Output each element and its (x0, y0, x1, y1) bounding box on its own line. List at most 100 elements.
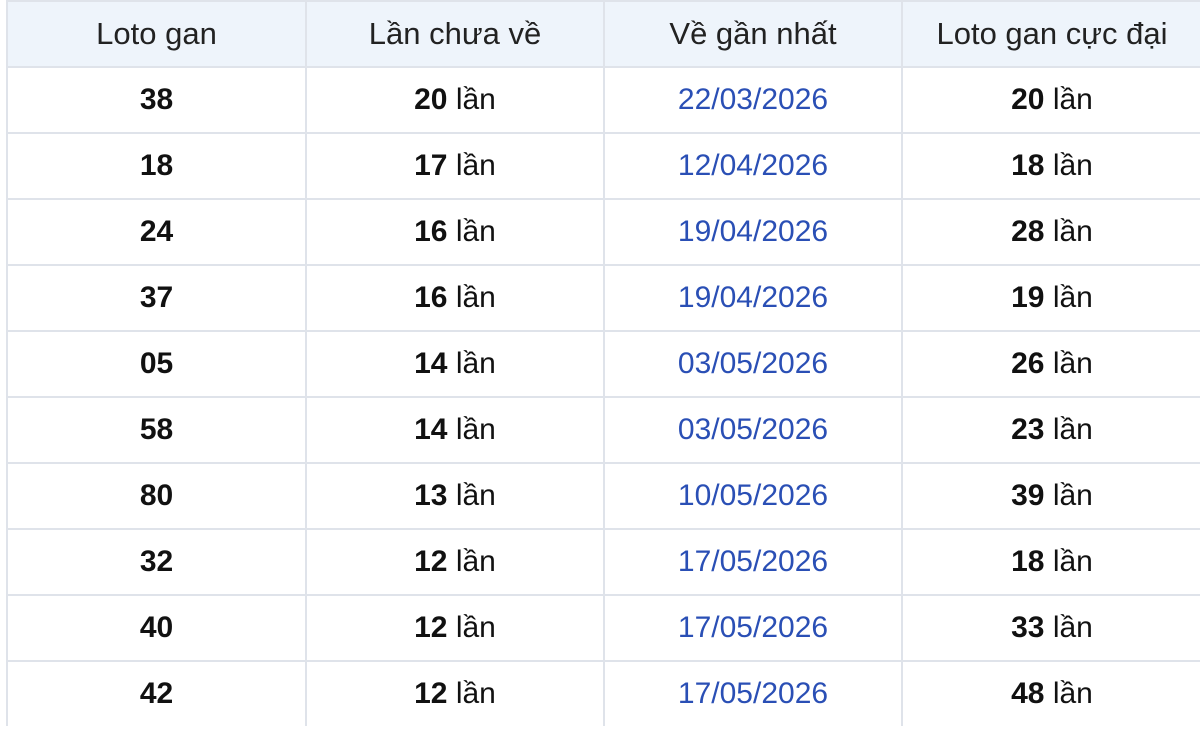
missed-count-cell: 14 lần (305, 330, 605, 398)
max-gap-cell: 28 lần (901, 198, 1200, 266)
table-row: 80 13 lần 10/05/2026 39 lần (6, 462, 1200, 530)
max-gap-unit: lần (1052, 83, 1093, 116)
loto-number: 05 (139, 347, 174, 380)
last-date-link[interactable]: 12/04/2026 (678, 149, 828, 182)
last-date-link[interactable]: 19/04/2026 (678, 215, 828, 248)
last-date-link[interactable]: 22/03/2026 (678, 83, 828, 116)
last-date-link[interactable]: 03/05/2026 (678, 413, 828, 446)
missed-count-value: 12 (414, 677, 448, 710)
missed-count-cell: 12 lần (305, 594, 605, 662)
missed-count-cell: 12 lần (305, 528, 605, 596)
missed-count-unit: lần (455, 215, 496, 248)
max-gap-unit: lần (1052, 347, 1093, 380)
header-row: Loto gan Lần chưa về Về gần nhất Loto ga… (6, 0, 1200, 68)
last-date-link[interactable]: 03/05/2026 (678, 347, 828, 380)
last-date-link[interactable]: 19/04/2026 (678, 281, 828, 314)
loto-number: 40 (139, 611, 174, 644)
last-date-link[interactable]: 17/05/2026 (678, 611, 828, 644)
max-gap-cell: 18 lần (901, 528, 1200, 596)
last-date-cell: 17/05/2026 (603, 594, 903, 662)
max-gap-value: 28 (1011, 215, 1045, 248)
loto-number-cell: 40 (6, 594, 307, 662)
max-gap-value: 19 (1011, 281, 1045, 314)
table-body: 38 20 lần 22/03/2026 20 lần 18 17 lần 12/04/20… (6, 66, 1200, 726)
missed-count-value: 12 (414, 611, 448, 644)
loto-number-cell: 32 (6, 528, 307, 596)
loto-number-cell: 24 (6, 198, 307, 266)
table-row: 05 14 lần 03/05/2026 26 lần (6, 330, 1200, 398)
last-date-cell: 12/04/2026 (603, 132, 903, 200)
missed-count-cell: 12 lần (305, 660, 605, 726)
missed-count-value: 20 (414, 83, 448, 116)
table-row: 24 16 lần 19/04/2026 28 lần (6, 198, 1200, 266)
max-gap-value: 18 (1011, 149, 1045, 182)
loto-number: 37 (139, 281, 174, 314)
table-row: 42 12 lần 17/05/2026 48 lần (6, 660, 1200, 726)
last-date-cell: 17/05/2026 (603, 528, 903, 596)
table-row: 32 12 lần 17/05/2026 18 lần (6, 528, 1200, 596)
max-gap-cell: 39 lần (901, 462, 1200, 530)
loto-number-cell: 58 (6, 396, 307, 464)
loto-number-cell: 05 (6, 330, 307, 398)
table-row: 58 14 lần 03/05/2026 23 lần (6, 396, 1200, 464)
missed-count-cell: 17 lần (305, 132, 605, 200)
last-date-cell: 03/05/2026 (603, 396, 903, 464)
header-max-gap: Loto gan cực đại (901, 0, 1200, 68)
max-gap-value: 26 (1011, 347, 1045, 380)
loto-number: 42 (139, 677, 174, 710)
loto-number: 18 (139, 149, 174, 182)
missed-count-unit: lần (455, 83, 496, 116)
missed-count-value: 13 (414, 479, 448, 512)
missed-count-unit: lần (455, 611, 496, 644)
missed-count-value: 12 (414, 545, 448, 578)
max-gap-cell: 48 lần (901, 660, 1200, 726)
loto-number: 80 (139, 479, 174, 512)
table-row: 18 17 lần 12/04/2026 18 lần (6, 132, 1200, 200)
loto-gan-table: Loto gan Lần chưa về Về gần nhất Loto ga… (6, 0, 1200, 726)
loto-number: 32 (139, 545, 174, 578)
last-date-link[interactable]: 17/05/2026 (678, 677, 828, 710)
last-date-cell: 19/04/2026 (603, 198, 903, 266)
max-gap-value: 39 (1011, 479, 1045, 512)
missed-count-unit: lần (455, 545, 496, 578)
header-loto-gan: Loto gan (6, 0, 307, 68)
max-gap-cell: 18 lần (901, 132, 1200, 200)
missed-count-value: 14 (414, 347, 448, 380)
last-date-cell: 10/05/2026 (603, 462, 903, 530)
max-gap-value: 48 (1011, 677, 1045, 710)
max-gap-value: 23 (1011, 413, 1045, 446)
loto-number: 38 (139, 83, 174, 116)
last-date-link[interactable]: 10/05/2026 (678, 479, 828, 512)
table-row: 37 16 lần 19/04/2026 19 lần (6, 264, 1200, 332)
missed-count-cell: 20 lần (305, 66, 605, 134)
missed-count-value: 14 (414, 413, 448, 446)
max-gap-cell: 23 lần (901, 396, 1200, 464)
max-gap-unit: lần (1052, 281, 1093, 314)
last-date-link[interactable]: 17/05/2026 (678, 545, 828, 578)
max-gap-unit: lần (1052, 611, 1093, 644)
missed-count-unit: lần (455, 347, 496, 380)
max-gap-unit: lần (1052, 479, 1093, 512)
table-header: Loto gan Lần chưa về Về gần nhất Loto ga… (6, 0, 1200, 68)
max-gap-cell: 19 lần (901, 264, 1200, 332)
loto-number-cell: 42 (6, 660, 307, 726)
last-date-cell: 17/05/2026 (603, 660, 903, 726)
missed-count-unit: lần (455, 281, 496, 314)
missed-count-unit: lần (455, 149, 496, 182)
header-last-date: Về gần nhất (603, 0, 903, 68)
max-gap-value: 33 (1011, 611, 1045, 644)
max-gap-cell: 33 lần (901, 594, 1200, 662)
table-row: 38 20 lần 22/03/2026 20 lần (6, 66, 1200, 134)
missed-count-unit: lần (455, 413, 496, 446)
last-date-cell: 22/03/2026 (603, 66, 903, 134)
missed-count-value: 16 (414, 281, 448, 314)
loto-number-cell: 80 (6, 462, 307, 530)
max-gap-unit: lần (1052, 149, 1093, 182)
max-gap-value: 18 (1011, 545, 1045, 578)
last-date-cell: 19/04/2026 (603, 264, 903, 332)
table-row: 40 12 lần 17/05/2026 33 lần (6, 594, 1200, 662)
max-gap-cell: 26 lần (901, 330, 1200, 398)
max-gap-unit: lần (1052, 413, 1093, 446)
missed-count-cell: 13 lần (305, 462, 605, 530)
max-gap-unit: lần (1052, 545, 1093, 578)
